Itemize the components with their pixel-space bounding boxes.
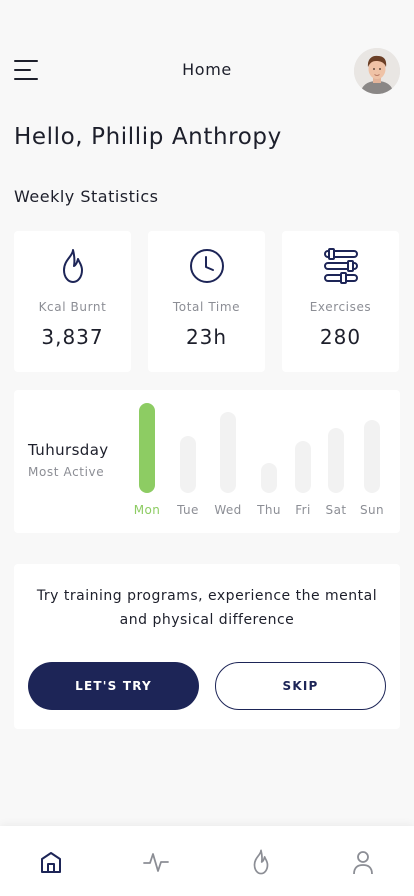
promo-card: Try training programs, experience the me… [14, 564, 400, 729]
promo-text: Try training programs, experience the me… [36, 588, 378, 628]
day-label: Wed [214, 503, 242, 517]
activity-bar-wed [220, 412, 236, 493]
stat-card-kcal[interactable]: Kcal Burnt 3,837 [14, 231, 131, 372]
day-label: Sun [359, 503, 385, 517]
stat-card-exercises[interactable]: Exercises 280 [282, 231, 399, 372]
stat-label: Kcal Burnt [38, 300, 107, 314]
lets-try-button[interactable]: LET'S TRY [28, 662, 199, 710]
activity-bar-sat [328, 428, 344, 493]
flame-icon [62, 249, 83, 283]
clock-icon [189, 249, 224, 283]
activity-bar-thu [261, 463, 277, 493]
activity-icon [143, 853, 169, 872]
page-title: Home [182, 60, 232, 79]
bottom-tab-bar [0, 826, 414, 896]
profile-icon [353, 851, 373, 875]
stat-value: 280 [319, 325, 362, 349]
tab-burn[interactable] [247, 848, 275, 876]
most-active-day: Tuhursday [28, 441, 109, 459]
greeting: Hello, Phillip Anthropy [14, 124, 282, 150]
avatar[interactable] [354, 48, 400, 94]
skip-button[interactable]: SKIP [215, 662, 386, 710]
tab-activity[interactable] [142, 848, 170, 876]
exercises-icon [323, 248, 358, 284]
day-label: Sat [325, 503, 347, 517]
stat-label: Total Time [172, 300, 241, 314]
activity-bar-mon [139, 403, 155, 493]
stat-card-time[interactable]: Total Time 23h [148, 231, 265, 372]
stat-label: Exercises [309, 300, 372, 314]
top-bar: Home [0, 40, 414, 98]
most-active-label: Most Active [28, 465, 105, 479]
section-title: Weekly Statistics [14, 187, 159, 206]
tab-profile[interactable] [349, 848, 377, 876]
home-icon [41, 852, 61, 873]
activity-bar-tue [180, 436, 196, 493]
day-label: Mon [133, 503, 161, 517]
activity-bar-sun [364, 420, 380, 493]
tab-home[interactable] [37, 848, 65, 876]
activity-bar-fri [295, 441, 311, 493]
stat-value: 23h [185, 325, 228, 349]
weekly-activity-card: Tuhursday Most Active Mon Tue Wed Thu Fri Sat… [14, 390, 400, 533]
flame-icon [253, 849, 269, 875]
day-label: Tue [177, 503, 199, 517]
stat-value: 3,837 [41, 325, 104, 349]
